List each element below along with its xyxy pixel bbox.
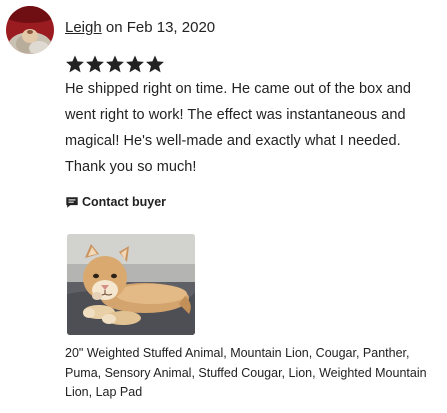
reviewer-name-link[interactable]: Leigh xyxy=(65,19,102,36)
star-icon xyxy=(126,55,144,73)
message-icon xyxy=(66,197,78,208)
review-text: He shipped right on time. He came out of… xyxy=(65,81,411,175)
product-title-link[interactable]: 20" Weighted Stuffed Animal, Mountain Li… xyxy=(65,344,443,403)
product-image xyxy=(67,234,195,335)
star-icon xyxy=(66,55,84,73)
avatar-image xyxy=(6,6,54,54)
contact-buyer-label: Contact buyer xyxy=(82,195,167,209)
star-icon xyxy=(86,55,104,73)
star-icon xyxy=(106,55,124,73)
review-header: Leigh on Feb 13, 2020 xyxy=(65,18,215,38)
star-rating xyxy=(65,54,165,74)
star-icon xyxy=(146,55,164,73)
product-thumbnail[interactable] xyxy=(67,234,195,335)
contact-buyer-button[interactable]: Contact buyer xyxy=(65,193,166,211)
review-date: on Feb 13, 2020 xyxy=(105,19,216,36)
reviewer-avatar[interactable] xyxy=(6,6,54,54)
